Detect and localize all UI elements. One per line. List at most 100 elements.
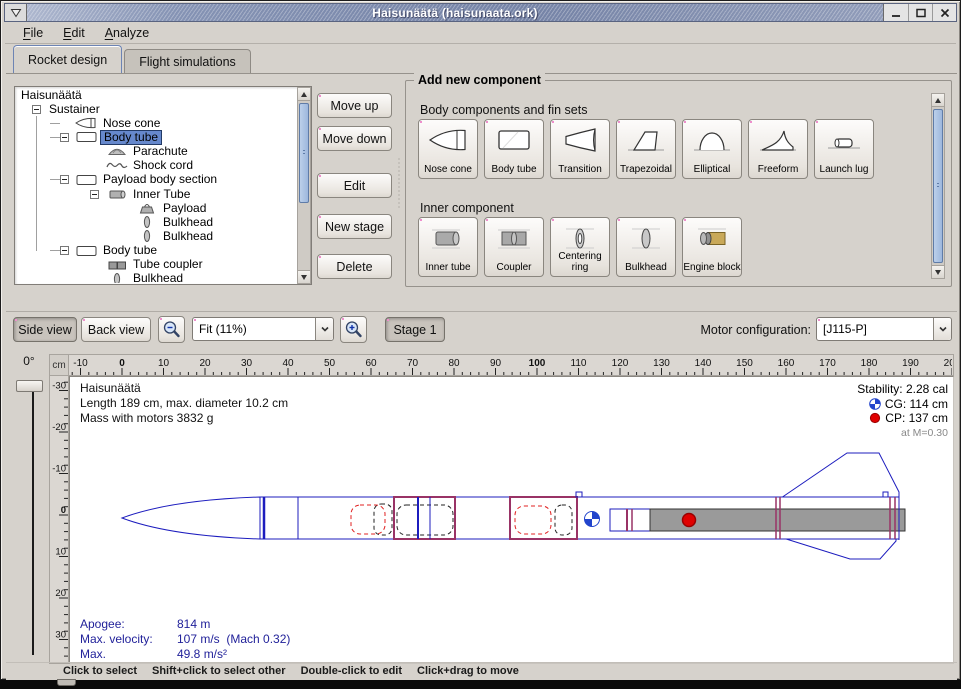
tree-item-tube-coupler[interactable]: Tube coupler: [16, 258, 296, 272]
zoom-in-button[interactable]: [340, 316, 367, 343]
tab-rocket-design[interactable]: Rocket design: [13, 45, 122, 73]
tab-strip: Rocket designFlight simulations: [5, 45, 956, 73]
svg-text:-30: -30: [52, 381, 66, 392]
svg-text:10: 10: [55, 547, 66, 558]
back-view-button[interactable]: Back view: [81, 317, 151, 342]
add-elliptical-button[interactable]: Elliptical: [682, 119, 742, 179]
minimize-button[interactable]: [884, 4, 908, 21]
svg-text:190: 190: [902, 358, 919, 369]
dropdown-button[interactable]: [933, 318, 951, 340]
cg-value: CG: 114 cm: [885, 397, 948, 412]
scroll-down-arrow[interactable]: [298, 270, 310, 283]
delete-button[interactable]: Delete: [317, 254, 392, 279]
add-engine-block-button[interactable]: Engine block: [682, 217, 742, 277]
centering-ring-icon: [551, 223, 609, 253]
tree-item-bulkhead[interactable]: Bulkhead: [16, 215, 296, 229]
component-scrollbar[interactable]: [931, 93, 945, 279]
add-coupler-button[interactable]: Coupler: [484, 217, 544, 277]
svg-text:30: 30: [55, 630, 66, 641]
tree-item-nose-cone[interactable]: Nose cone: [16, 116, 296, 130]
tree-item-bulkhead[interactable]: Bulkhead: [16, 272, 296, 283]
add-component-title: Add new component: [414, 73, 545, 87]
tree-item-parachute[interactable]: Parachute: [16, 145, 296, 159]
window-menu-button[interactable]: [5, 4, 27, 21]
group-label: Inner component: [420, 201, 514, 215]
motor-configuration-label: Motor configuration:: [701, 323, 811, 337]
scrollbar-thumb[interactable]: [933, 109, 943, 263]
status-hint: Shift+click to select other: [152, 665, 286, 677]
zoom-out-button[interactable]: [158, 316, 185, 343]
new-stage-button[interactable]: New stage: [317, 214, 392, 239]
splitter-handle[interactable]: [397, 157, 402, 209]
shock-cord-icon: [104, 159, 130, 173]
tree-item-payload-body-section[interactable]: Payload body section: [16, 173, 296, 187]
expander-minus-icon[interactable]: [60, 133, 69, 142]
cg-marker: [585, 512, 600, 527]
maximize-button[interactable]: [908, 4, 932, 21]
rocket-name: Haisunäätä: [80, 381, 288, 396]
tree-guide-line: [36, 116, 37, 251]
add-transition-button[interactable]: Transition: [550, 119, 610, 179]
tree-scrollbar[interactable]: [297, 87, 311, 284]
scroll-down-arrow[interactable]: [932, 265, 944, 278]
tree-item-haisunäätä[interactable]: Haisunäätä: [16, 88, 296, 102]
menu-edit[interactable]: Edit: [53, 23, 95, 43]
svg-text:-20: -20: [52, 422, 66, 433]
tree-item-body-tube[interactable]: Body tube: [16, 130, 296, 144]
expander-minus-icon[interactable]: [60, 175, 69, 184]
stage-1-toggle[interactable]: Stage 1: [385, 317, 445, 342]
svg-text:150: 150: [736, 358, 753, 369]
add-nose-cone-button[interactable]: Nose cone: [418, 119, 478, 179]
move-down-button[interactable]: Move down: [317, 126, 392, 151]
close-button[interactable]: [932, 4, 956, 21]
expander-minus-icon[interactable]: [32, 105, 41, 114]
side-view-button[interactable]: Side view: [13, 317, 77, 342]
tree-item-body-tube[interactable]: Body tube: [16, 244, 296, 258]
parachute-icon: [104, 145, 130, 159]
inner-tube-icon: [419, 223, 477, 253]
add-bulkhead-button[interactable]: Bulkhead: [616, 217, 676, 277]
edit-button[interactable]: Edit: [317, 173, 392, 198]
view-panel: Side view Back view Fit (11%) Stage 1 Mo…: [6, 311, 957, 680]
tab-flight-simulations[interactable]: Flight simulations: [124, 49, 251, 73]
tree-item-inner-tube[interactable]: Inner Tube: [16, 187, 296, 201]
tree-item-shock-cord[interactable]: Shock cord: [16, 159, 296, 173]
menu-analyze[interactable]: Analyze: [95, 23, 159, 43]
nose-cone-outline: [122, 497, 260, 539]
zoom-in-icon: [344, 320, 363, 339]
add-freeform-button[interactable]: Freeform: [748, 119, 808, 179]
add-body-tube-button[interactable]: Body tube: [484, 119, 544, 179]
bulkhead-icon: [104, 272, 130, 283]
menu-file[interactable]: File: [13, 23, 53, 43]
rocket-canvas[interactable]: Haisunäätä Length 189 cm, max. diameter …: [69, 376, 954, 664]
zoom-out-icon: [162, 320, 181, 339]
add-inner-tube-button[interactable]: Inner tube: [418, 217, 478, 277]
motor-configuration-select[interactable]: [J115-P]: [816, 317, 952, 341]
mach-note: at M=0.30: [857, 426, 948, 440]
svg-text:10: 10: [158, 358, 170, 369]
rotation-slider-handle[interactable]: [16, 380, 43, 392]
move-up-button[interactable]: Move up: [317, 93, 392, 118]
rocket-mass: Mass with motors 3832 g: [80, 411, 288, 426]
svg-text:200: 200: [944, 358, 952, 369]
dropdown-button[interactable]: [315, 318, 333, 340]
tree-item-payload[interactable]: Payload: [16, 201, 296, 215]
rotation-slider-track[interactable]: [32, 392, 34, 655]
add-launch-lug-button[interactable]: Launch lug: [814, 119, 874, 179]
add-centering-ring-button[interactable]: Centering ring: [550, 217, 610, 277]
expander-minus-icon[interactable]: [90, 190, 99, 199]
scrollbar-thumb[interactable]: [299, 103, 309, 203]
scroll-up-arrow[interactable]: [298, 88, 310, 101]
tree-item-sustainer[interactable]: Sustainer: [16, 102, 296, 116]
rotation-angle-label: 0°: [13, 354, 45, 373]
component-tree[interactable]: HaisunäätäSustainerNose coneBody tubePar…: [14, 86, 312, 285]
scroll-up-arrow[interactable]: [932, 94, 944, 107]
tree-item-bulkhead[interactable]: Bulkhead: [16, 229, 296, 243]
add-trapezoidal-button[interactable]: Trapezoidal: [616, 119, 676, 179]
svg-text:60: 60: [365, 358, 377, 369]
group-label: Body components and fin sets: [420, 103, 587, 117]
resize-grip[interactable]: [57, 679, 76, 686]
expander-minus-icon[interactable]: [60, 246, 69, 255]
vertical-ruler: -30-20-100102030: [49, 376, 69, 664]
zoom-fit-select[interactable]: Fit (11%): [192, 317, 334, 341]
